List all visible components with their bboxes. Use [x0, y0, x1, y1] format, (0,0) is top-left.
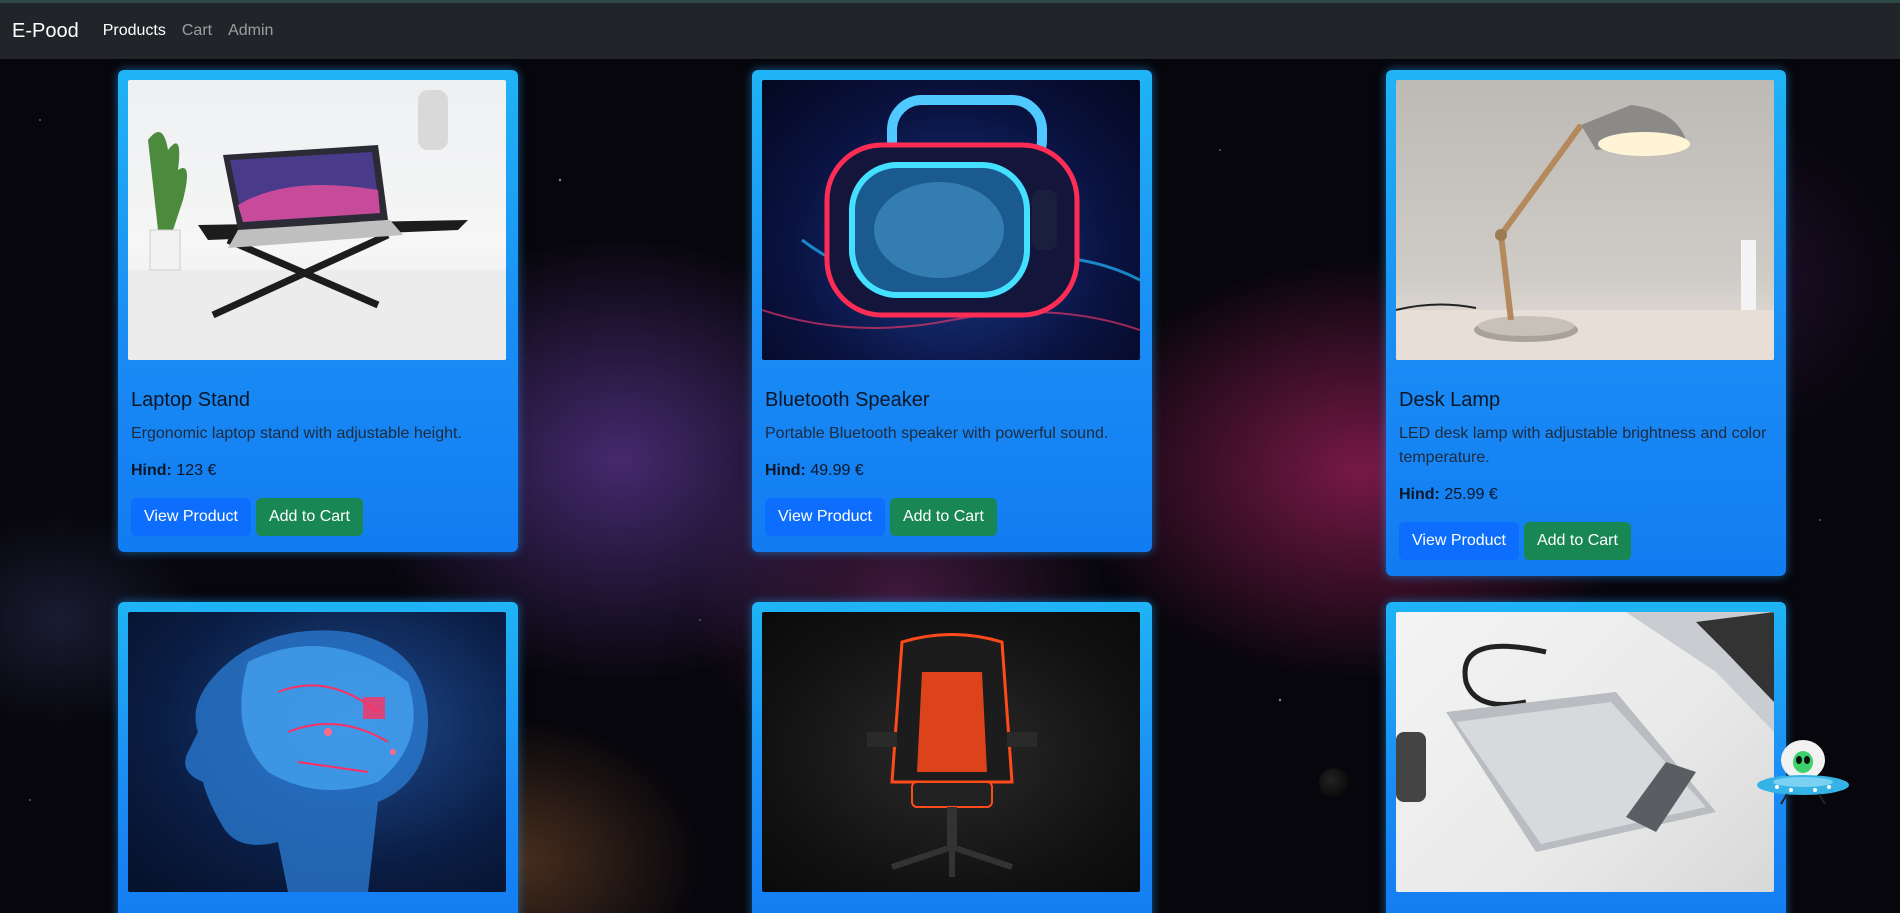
- laptop-stand-image: [128, 80, 506, 360]
- nav-products[interactable]: Products: [103, 22, 166, 40]
- view-product-button[interactable]: View Product: [765, 498, 885, 536]
- bluetooth-speaker-image: [762, 80, 1140, 360]
- nav-admin[interactable]: Admin: [228, 22, 273, 40]
- view-product-button[interactable]: View Product: [1399, 522, 1519, 560]
- gaming-chair-image: [762, 612, 1140, 892]
- navbar: E-Pood Products Cart Admin: [0, 0, 1900, 59]
- product-card: Bluetooth Speaker Portable Bluetooth spe…: [752, 70, 1152, 552]
- ai-brain-image: [128, 612, 506, 892]
- alien-ufo-icon: [1755, 740, 1851, 806]
- nav-cart[interactable]: Cart: [182, 22, 212, 40]
- external-hard-drive-image: [1396, 612, 1774, 892]
- product-title: Bluetooth Speaker: [765, 389, 930, 411]
- product-price: Hind: 123 €: [131, 462, 217, 479]
- brand-logo[interactable]: E-Pood: [12, 20, 79, 43]
- product-card: [118, 602, 518, 913]
- product-card: [752, 602, 1152, 913]
- view-product-button[interactable]: View Product: [131, 498, 251, 536]
- product-card: Laptop Stand Ergonomic laptop stand with…: [118, 70, 518, 552]
- product-title: Desk Lamp: [1399, 389, 1501, 411]
- add-to-cart-button[interactable]: Add to Cart: [889, 498, 997, 536]
- product-price: Hind: 25.99 €: [1399, 486, 1498, 503]
- planet-decoration: [1319, 768, 1349, 798]
- desk-lamp-image: [1396, 80, 1774, 360]
- add-to-cart-button[interactable]: Add to Cart: [255, 498, 363, 536]
- product-description: Portable Bluetooth speaker with powerful…: [765, 425, 1109, 442]
- product-price: Hind: 49.99 €: [765, 462, 864, 479]
- product-card: Desk Lamp LED desk lamp with adjustable …: [1386, 70, 1786, 576]
- product-description: LED desk lamp with adjustable brightness…: [1399, 425, 1767, 466]
- product-card: [1386, 602, 1786, 913]
- product-title: Laptop Stand: [131, 389, 250, 411]
- add-to-cart-button[interactable]: Add to Cart: [1523, 522, 1631, 560]
- product-description: Ergonomic laptop stand with adjustable h…: [131, 425, 462, 442]
